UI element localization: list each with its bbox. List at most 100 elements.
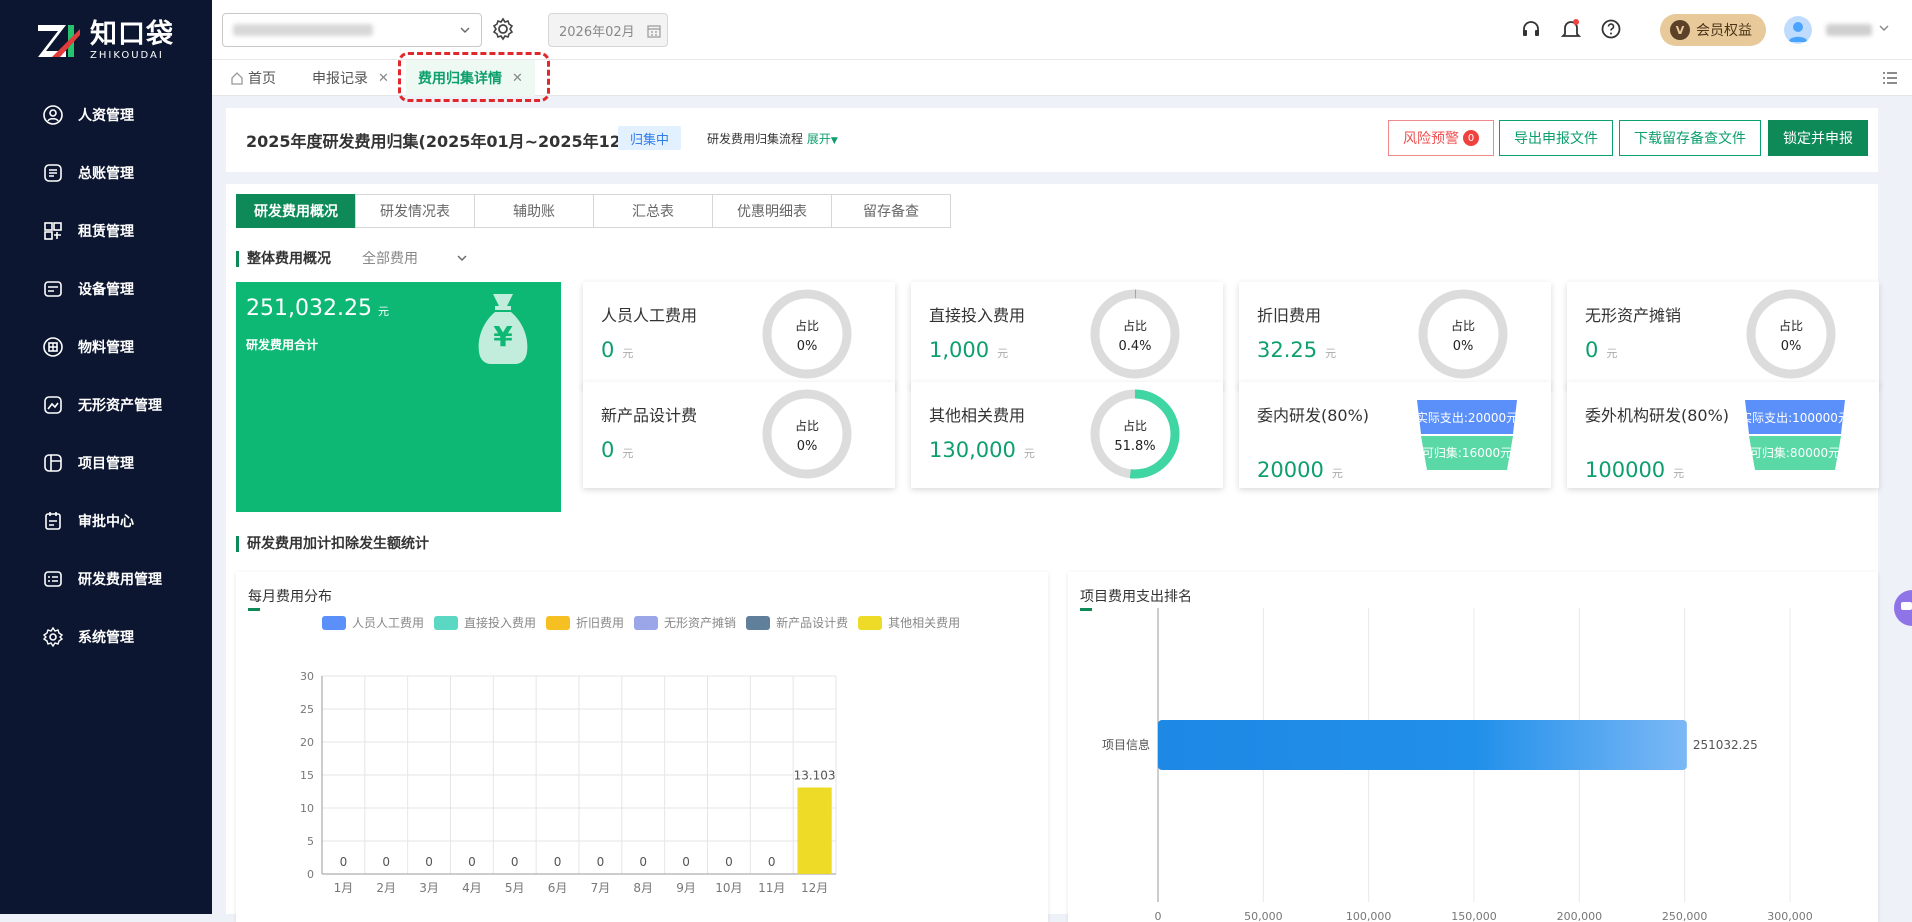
sub-tabs: 研发费用概况 研发情况表 辅助账 汇总表 优惠明细表 留存备查	[236, 194, 951, 228]
sidebar-item-device[interactable]: 设备管理	[0, 260, 212, 318]
ratio-value: 0%	[797, 339, 818, 354]
x-tick-label: 50,000	[1244, 910, 1283, 922]
user-name-redacted[interactable]	[1826, 24, 1872, 36]
svg-text:¥: ¥	[493, 320, 513, 353]
x-tick-label: 5月	[505, 881, 525, 895]
x-tick-label: 7月	[591, 881, 611, 895]
bell-icon[interactable]	[1560, 18, 1582, 40]
bar-data-label: 0	[468, 855, 476, 869]
tab-label: 首页	[248, 71, 276, 87]
export-declaration-button[interactable]: 导出申报文件	[1499, 120, 1613, 156]
chevron-down-icon	[457, 255, 467, 261]
ratio-label: 占比	[1451, 318, 1475, 333]
highlight-annotation	[398, 52, 550, 102]
expense-card: 直接投入费用 1,000 元 占比 0.4%	[911, 282, 1223, 388]
logo-name: 知口袋	[90, 19, 174, 50]
bar-data-label: 0	[639, 855, 647, 869]
total-expense-card: 251,032.25 元 研发费用合计 ¥	[236, 282, 561, 512]
ratio-value: 51.8%	[1114, 439, 1155, 454]
x-tick-label: 2月	[376, 881, 396, 895]
tab-rd-status[interactable]: 研发情况表	[355, 194, 475, 228]
expense-card: 人员人工费用 0 元 占比 0%	[583, 282, 895, 388]
x-tick-label: 0	[1155, 910, 1162, 922]
tab-archive[interactable]: 留存备查	[831, 194, 951, 228]
logo-mark-icon	[36, 21, 82, 61]
ratio-label: 占比	[1123, 318, 1147, 333]
expense-card: 新产品设计费 0 元 占比 0%	[583, 382, 895, 488]
x-tick-label: 3月	[419, 881, 439, 895]
expense-card-value: 0元	[601, 338, 634, 362]
total-expense-label: 研发费用合计	[246, 338, 319, 352]
person-icon	[43, 105, 63, 125]
sidebar-item-intangible[interactable]: 无形资产管理	[0, 376, 212, 434]
tab-label: 申报记录	[312, 71, 368, 87]
tab-rd-overview[interactable]: 研发费用概况	[236, 194, 356, 228]
ratio-donut: 占比 0%	[1418, 289, 1508, 379]
lock-and-declare-button[interactable]: 锁定并申报	[1768, 120, 1868, 156]
sidebar-item-label: 无形资产管理	[78, 398, 162, 414]
vip-badge-icon: V	[1670, 20, 1690, 40]
sidebar-item-project[interactable]: 项目管理	[0, 434, 212, 492]
x-tick-label: 300,000	[1767, 910, 1813, 922]
funnel-chart: 实际支出:20000元可归集:16000元	[1416, 400, 1518, 470]
tab-summary[interactable]: 汇总表	[593, 194, 713, 228]
tab-auxiliary-ledger[interactable]: 辅助账	[474, 194, 594, 228]
tab-home[interactable]: 首页	[230, 60, 276, 96]
status-badge: 归集中	[618, 126, 682, 150]
expense-card-name: 新产品设计费	[601, 406, 698, 425]
top-bar: 2026年02月 V 会员权益	[212, 0, 1912, 60]
close-icon[interactable]: ✕	[378, 71, 389, 86]
sidebar-item-rd-expense[interactable]: 研发费用管理	[0, 550, 212, 608]
sidebar-item-label: 租赁管理	[78, 224, 134, 240]
bar-data-label: 0	[597, 855, 605, 869]
y-category-label: 项目信息	[1102, 737, 1150, 752]
sidebar-item-label: 人资管理	[78, 108, 134, 124]
logo[interactable]: 知口袋 ZHIKOUDAI	[36, 20, 174, 62]
expense-card-value: 100000 元	[1585, 458, 1685, 482]
chat-float-button[interactable]	[1894, 580, 1912, 660]
tab-preference-detail[interactable]: 优惠明细表	[712, 194, 832, 228]
ratio-value: 0%	[797, 439, 818, 454]
company-select[interactable]	[222, 13, 482, 47]
x-tick-label: 12月	[801, 881, 828, 895]
help-icon[interactable]	[1600, 18, 1622, 40]
vip-benefits-button[interactable]: V 会员权益	[1660, 14, 1766, 46]
sidebar-item-lease[interactable]: 租赁管理	[0, 202, 212, 260]
list-icon[interactable]	[1882, 71, 1898, 85]
monthly-chart-card: 每月费用分布 人员人工费用 直接投入费用 折旧费用 无形资产摊销 新产品设计费 其他相关费…	[236, 572, 1048, 922]
funnel-collectable-label: 可归集:16000元	[1422, 445, 1512, 460]
sidebar-item-approval[interactable]: 审批中心	[0, 492, 212, 550]
tab-declaration-records[interactable]: 申报记录 ✕	[312, 60, 389, 96]
flow-expand-link[interactable]: 展开	[807, 132, 831, 146]
sidebar-item-label: 审批中心	[78, 514, 134, 530]
period-picker[interactable]: 2026年02月	[548, 13, 668, 47]
risk-warning-button[interactable]: 风险预警 0	[1388, 120, 1494, 156]
sidebar-item-hr[interactable]: 人资管理	[0, 86, 212, 144]
lease-icon	[44, 222, 62, 240]
bar-data-label: 251032.25	[1693, 738, 1758, 752]
x-tick-label: 10月	[715, 881, 742, 895]
funnel-actual-label: 实际支出:20000元	[1416, 410, 1518, 425]
avatar[interactable]	[1784, 16, 1812, 44]
headset-icon[interactable]	[1520, 18, 1542, 40]
stats-section-title: 研发费用加计扣除发生额统计	[236, 536, 429, 552]
expense-card-name: 直接投入费用	[929, 306, 1026, 325]
download-archive-button[interactable]: 下载留存备查文件	[1619, 120, 1761, 156]
funnel-collectable-label: 可归集:80000元	[1750, 445, 1840, 460]
ratio-label: 占比	[1123, 418, 1147, 433]
sidebar-item-material[interactable]: 物料管理	[0, 318, 212, 376]
ratio-label: 占比	[795, 418, 819, 433]
bar-data-label: 0	[725, 855, 733, 869]
expense-filter-select[interactable]: 全部费用	[358, 244, 476, 272]
sidebar-item-system[interactable]: 系统管理	[0, 608, 212, 666]
funnel-chart: 实际支出:100000元可归集:80000元	[1743, 400, 1847, 470]
flow-toggle[interactable]: 研发费用归集流程 展开▼	[707, 130, 838, 147]
gear-icon[interactable]	[490, 16, 516, 42]
ratio-value: 0%	[1453, 339, 1474, 354]
material-icon	[43, 337, 63, 357]
overview-section-title: 整体费用概况	[236, 251, 331, 267]
sidebar-menu: 人资管理 总账管理 租赁管理 设备管理 物料管理 无形资产管理 项目管理 审批中…	[0, 86, 212, 666]
chevron-down-icon[interactable]	[1878, 22, 1890, 34]
logo-subtitle: ZHIKOUDAI	[90, 50, 164, 61]
sidebar-item-ledger[interactable]: 总账管理	[0, 144, 212, 202]
